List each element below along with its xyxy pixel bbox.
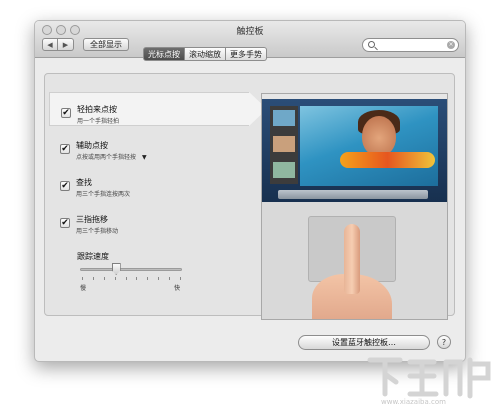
preview-screen bbox=[262, 94, 447, 202]
option-tap-to-click[interactable]: ✔ 轻拍来点按 用一个手指轻拍 bbox=[49, 92, 267, 126]
slider-tick bbox=[92, 277, 94, 280]
slider-tick bbox=[147, 277, 149, 280]
three-finger-drag-checkbox[interactable]: ✔ bbox=[60, 218, 70, 228]
option-secondary-click[interactable]: ✔ 辅助点按 点按或用两个手指轻按 ▼ bbox=[49, 129, 269, 171]
nav-buttons: ◀ ▶ bbox=[42, 38, 74, 51]
fast-label: 快 bbox=[174, 285, 181, 292]
show-all-button[interactable]: 全部显示 bbox=[83, 38, 129, 51]
setup-bluetooth-trackpad-button[interactable]: 设置蓝牙触控板… bbox=[298, 335, 430, 350]
photo-swim-ring bbox=[340, 152, 435, 168]
tab-more-gestures[interactable]: 更多手势 bbox=[226, 47, 267, 61]
tap-to-click-checkbox[interactable]: ✔ bbox=[61, 108, 71, 118]
preview-thumbnail bbox=[273, 162, 295, 178]
preview-menubar bbox=[262, 94, 447, 99]
tab-scroll-zoom[interactable]: 滚动缩放 bbox=[185, 47, 226, 61]
search-field[interactable]: × bbox=[362, 38, 459, 52]
search-input[interactable] bbox=[379, 39, 439, 51]
option-title: 轻拍来点按 bbox=[77, 105, 117, 114]
option-subtitle: 用一个手指轻拍 bbox=[77, 118, 120, 125]
preview-dock bbox=[278, 190, 428, 199]
look-up-checkbox[interactable]: ✔ bbox=[60, 181, 70, 191]
tab-point-click[interactable]: 光标点按 bbox=[143, 47, 185, 61]
preview-thumbnail bbox=[273, 110, 295, 126]
slider-tick bbox=[158, 277, 160, 280]
option-subtitle: 用三个手指连按两次 bbox=[76, 191, 131, 198]
tab-bar: 光标点按 滚动缩放 更多手势 bbox=[143, 47, 267, 61]
window-title: 触控板 bbox=[236, 27, 264, 37]
photo-face bbox=[362, 116, 396, 156]
option-title: 三指拖移 bbox=[76, 215, 108, 224]
search-icon bbox=[368, 41, 375, 48]
slider-tick bbox=[82, 277, 83, 280]
option-subtitle: 用三个手指移动 bbox=[76, 228, 119, 235]
secondary-click-checkbox[interactable]: ✔ bbox=[60, 144, 70, 154]
preview-finger bbox=[344, 224, 360, 294]
watermark-logo bbox=[367, 357, 491, 399]
slider-tick bbox=[114, 277, 116, 280]
option-title: 查找 bbox=[76, 178, 92, 187]
watermark-stroke bbox=[407, 359, 439, 397]
slider-tick bbox=[136, 277, 138, 280]
slider-tick bbox=[169, 277, 171, 280]
tracking-speed-label: 跟踪速度 bbox=[77, 252, 109, 261]
help-button[interactable]: ? bbox=[437, 335, 451, 349]
slow-label: 慢 bbox=[80, 285, 87, 292]
option-three-finger-drag[interactable]: ✔ 三指拖移 用三个手指移动 bbox=[49, 203, 269, 245]
option-look-up[interactable]: ✔ 查找 用三个手指连按两次 bbox=[49, 166, 269, 208]
gesture-preview-video bbox=[261, 93, 448, 320]
back-button[interactable]: ◀ bbox=[42, 38, 58, 51]
preview-sidebar bbox=[270, 106, 298, 184]
watermark-stroke bbox=[367, 357, 403, 397]
chevron-down-icon[interactable]: ▼ bbox=[142, 154, 147, 161]
clear-search-icon[interactable]: × bbox=[447, 41, 455, 49]
option-subtitle: 点按或用两个手指轻按 ▼ bbox=[76, 152, 147, 161]
slider-tick bbox=[180, 277, 181, 280]
option-subtitle-text: 点按或用两个手指轻按 bbox=[76, 154, 137, 161]
slider-tick bbox=[103, 277, 105, 280]
slider-tick bbox=[125, 277, 127, 280]
preview-thumbnail bbox=[273, 136, 295, 152]
watermark-stroke bbox=[443, 357, 491, 399]
preview-photo bbox=[300, 106, 438, 186]
option-title: 辅助点按 bbox=[76, 141, 108, 150]
tracking-speed-slider-track[interactable] bbox=[80, 268, 182, 271]
forward-button[interactable]: ▶ bbox=[58, 38, 74, 51]
watermark-url: www.xiazaiba.com bbox=[381, 398, 446, 406]
